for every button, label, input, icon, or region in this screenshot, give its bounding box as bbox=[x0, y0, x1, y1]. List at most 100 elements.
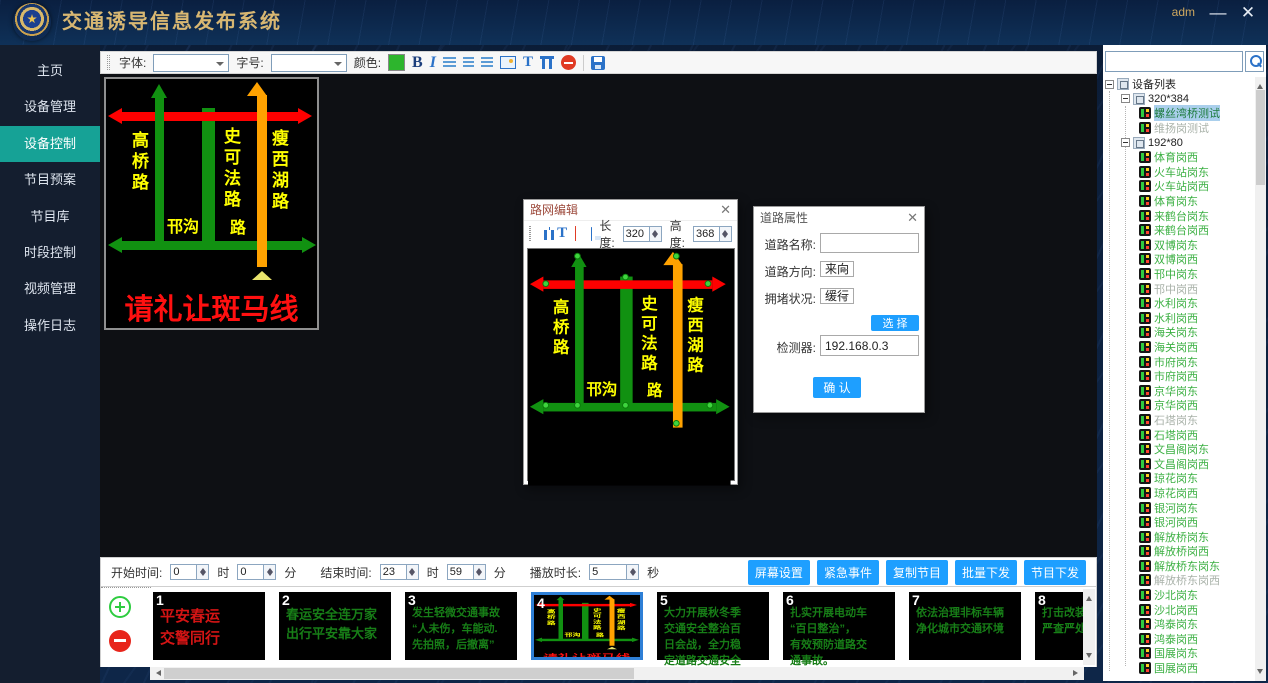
scroll-up-icon[interactable] bbox=[1086, 593, 1092, 601]
spinner-arrows[interactable] bbox=[650, 226, 662, 242]
dialog-titlebar[interactable]: 道路属性 ✕ bbox=[754, 207, 924, 229]
align-center-icon[interactable] bbox=[463, 57, 474, 68]
program-thumb[interactable]: 5大力开展秋冬季交通安全整治百日会战，全力稳定道路交通安全形势！ bbox=[657, 592, 769, 660]
tree-expander-icon[interactable] bbox=[1121, 94, 1130, 103]
insert-text-icon[interactable]: T bbox=[557, 225, 567, 242]
scroll-down-icon[interactable] bbox=[1086, 653, 1092, 661]
end-hour-stepper[interactable] bbox=[380, 564, 419, 580]
tree-expander-icon[interactable] bbox=[1121, 138, 1130, 147]
add-program-button[interactable] bbox=[109, 596, 131, 618]
sidebar-item[interactable]: 节目预案 bbox=[0, 162, 100, 198]
edit-handle[interactable] bbox=[622, 274, 629, 281]
minimize-button[interactable]: — bbox=[1206, 1, 1230, 25]
congestion-select[interactable]: 缓行 bbox=[820, 288, 854, 304]
road-direction-select[interactable]: 来向 bbox=[820, 261, 854, 277]
program-thumb[interactable]: 6扎实开展电动车“百日整治”，有效预防道路交通事故。 bbox=[783, 592, 895, 660]
edit-handle[interactable] bbox=[673, 420, 680, 427]
program-thumb[interactable]: 1平安春运交警同行 bbox=[153, 592, 265, 660]
length-stepper[interactable] bbox=[623, 226, 662, 242]
control-button[interactable]: 复制节目 bbox=[886, 560, 948, 585]
edit-handle[interactable] bbox=[542, 402, 549, 409]
tree-root[interactable]: 设备列表 bbox=[1103, 77, 1255, 92]
control-button[interactable]: 节目下发 bbox=[1024, 560, 1086, 585]
program-thumb[interactable]: 7依法治理非标车辆净化城市交通环境 bbox=[909, 592, 1021, 660]
start-minute-stepper[interactable] bbox=[237, 564, 276, 580]
length-input[interactable] bbox=[623, 226, 650, 242]
sidebar-item[interactable]: 设备管理 bbox=[0, 89, 100, 125]
height-input[interactable] bbox=[693, 226, 720, 242]
detector-input[interactable] bbox=[820, 335, 919, 356]
duration-input[interactable] bbox=[589, 564, 627, 580]
control-button[interactable]: 批量下发 bbox=[955, 560, 1017, 585]
spinner-arrows[interactable] bbox=[627, 564, 639, 580]
close-button[interactable]: ✕ bbox=[1236, 1, 1260, 25]
confirm-button[interactable]: 确 认 bbox=[813, 377, 861, 398]
insert-image-icon[interactable] bbox=[500, 56, 516, 69]
end-minute-stepper[interactable] bbox=[447, 564, 486, 580]
italic-button[interactable]: I bbox=[430, 54, 436, 72]
start-hour-input[interactable] bbox=[170, 564, 197, 580]
search-button[interactable] bbox=[1245, 51, 1264, 72]
edit-handle[interactable] bbox=[707, 402, 714, 409]
tree-group[interactable]: 320*384 bbox=[1103, 92, 1255, 107]
sidebar-item[interactable]: 视频管理 bbox=[0, 271, 100, 307]
end-minute-input[interactable] bbox=[447, 564, 474, 580]
insert-text-icon[interactable]: T bbox=[523, 54, 533, 71]
font-select[interactable] bbox=[153, 54, 229, 72]
end-hour-input[interactable] bbox=[380, 564, 407, 580]
edit-handle[interactable] bbox=[574, 402, 581, 409]
edit-handle[interactable] bbox=[574, 253, 581, 260]
search-input[interactable] bbox=[1105, 51, 1243, 72]
scroll-right-icon[interactable] bbox=[1073, 670, 1081, 676]
program-thumb[interactable]: 3发生轻微交通事故“人未伤，车能动.先拍照，后撤离” bbox=[405, 592, 517, 660]
edit-handle[interactable] bbox=[673, 253, 680, 260]
roadnet-edit-canvas[interactable]: 高桥路 史可法路 瘦西湖路 邗沟 路 请礼让斑马线 bbox=[527, 248, 735, 481]
edit-handle[interactable] bbox=[542, 280, 549, 287]
spinner-arrows[interactable] bbox=[407, 564, 419, 580]
start-minute-input[interactable] bbox=[237, 564, 264, 580]
program-thumb[interactable]: 2春运安全连万家出行平安靠大家 bbox=[279, 592, 391, 660]
font-size-select[interactable] bbox=[271, 54, 347, 72]
height-stepper[interactable] bbox=[693, 226, 732, 242]
scroll-left-icon[interactable] bbox=[153, 670, 161, 676]
road-network-icon[interactable] bbox=[540, 56, 554, 69]
sidebar-item[interactable]: 节目库 bbox=[0, 199, 100, 235]
close-icon[interactable]: ✕ bbox=[907, 208, 918, 228]
save-icon[interactable] bbox=[591, 56, 605, 70]
spinner-arrows[interactable] bbox=[720, 226, 732, 242]
close-icon[interactable]: ✕ bbox=[720, 200, 731, 220]
program-thumb[interactable]: 8打击改装“灯严查严处“机 bbox=[1035, 592, 1083, 660]
remove-program-button[interactable] bbox=[109, 630, 131, 652]
select-detector-button[interactable]: 选 择 bbox=[871, 315, 919, 331]
start-hour-stepper[interactable] bbox=[170, 564, 209, 580]
control-button[interactable]: 屏幕设置 bbox=[748, 560, 810, 585]
tree-expander-icon[interactable] bbox=[1105, 80, 1114, 89]
delete-icon[interactable] bbox=[561, 55, 576, 70]
program-horizontal-scrollbar[interactable] bbox=[150, 667, 1084, 680]
control-button[interactable]: 紧急事件 bbox=[817, 560, 879, 585]
program-thumb[interactable]: 4 高桥路 史可法路 瘦西湖路 邗沟 路 请礼让斑马线 bbox=[531, 592, 643, 660]
edit-handle[interactable] bbox=[705, 280, 712, 287]
sidebar-item[interactable]: 设备控制 bbox=[0, 126, 100, 162]
scroll-down-icon[interactable] bbox=[1257, 669, 1263, 677]
sign-preview[interactable]: 高桥路 史可法路 瘦西湖路 邗沟 路 请礼让斑马线 bbox=[104, 77, 319, 330]
align-right-icon[interactable] bbox=[481, 57, 493, 68]
scroll-up-icon[interactable] bbox=[1257, 81, 1263, 89]
road-name-input[interactable] bbox=[820, 233, 919, 253]
edit-handle[interactable] bbox=[622, 402, 629, 409]
sidebar-item[interactable]: 主页 bbox=[0, 53, 100, 89]
tree-scrollbar[interactable] bbox=[1255, 77, 1266, 681]
color-swatch[interactable] bbox=[388, 54, 405, 71]
sidebar-item[interactable]: 操作日志 bbox=[0, 308, 100, 344]
spinner-arrows[interactable] bbox=[264, 564, 276, 580]
spinner-arrows[interactable] bbox=[474, 564, 486, 580]
duration-stepper[interactable] bbox=[589, 564, 639, 580]
sidebar-item[interactable]: 时段控制 bbox=[0, 235, 100, 271]
scrollbar-thumb[interactable] bbox=[164, 668, 634, 679]
scrollbar-thumb[interactable] bbox=[1256, 90, 1265, 185]
align-left-icon[interactable] bbox=[443, 57, 456, 68]
bold-button[interactable]: B bbox=[412, 54, 423, 72]
program-vertical-scrollbar[interactable] bbox=[1083, 589, 1095, 665]
spinner-arrows[interactable] bbox=[197, 564, 209, 580]
dialog-titlebar[interactable]: 路网编辑 ✕ bbox=[524, 200, 737, 220]
